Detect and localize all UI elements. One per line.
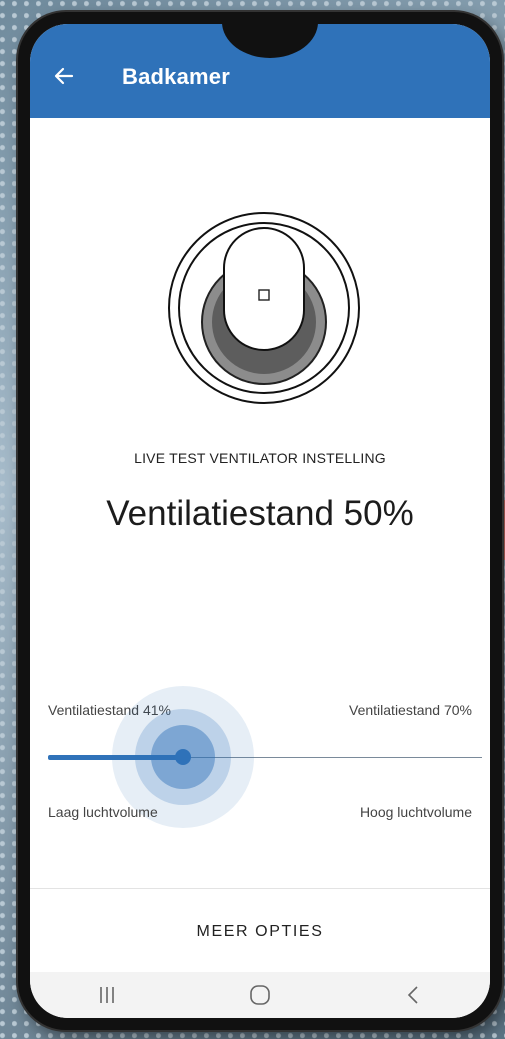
slider-high-label: Hoog luchtvolume (359, 804, 472, 820)
app-bar: Badkamer (30, 24, 490, 118)
phone-screen: Badkamer LIVE TEST VENTILATOR INSTELLING… (30, 24, 490, 1018)
more-options-button[interactable]: MEER OPTIES (30, 892, 490, 972)
divider (30, 888, 490, 889)
ventilation-value: Ventilatiestand 50% (106, 494, 414, 533)
page-title: Badkamer (122, 64, 230, 89)
phone-frame: Badkamer LIVE TEST VENTILATOR INSTELLING… (18, 12, 502, 1030)
camera-notch (222, 24, 318, 58)
slider-max-label: Ventilatiestand 70% (349, 702, 472, 718)
recent-apps-icon[interactable] (77, 977, 137, 1013)
back-icon[interactable] (383, 977, 443, 1013)
status-caption: LIVE TEST VENTILATOR INSTELLING (134, 450, 386, 466)
slider-low-label: Laag luchtvolume (48, 804, 158, 820)
ventilation-slider[interactable] (48, 686, 482, 828)
slider-thumb[interactable] (174, 749, 191, 765)
arrow-left-icon[interactable] (52, 64, 76, 88)
ventilator-dial-icon (166, 210, 362, 411)
system-nav-bar (30, 972, 490, 1018)
home-icon[interactable] (230, 977, 290, 1013)
